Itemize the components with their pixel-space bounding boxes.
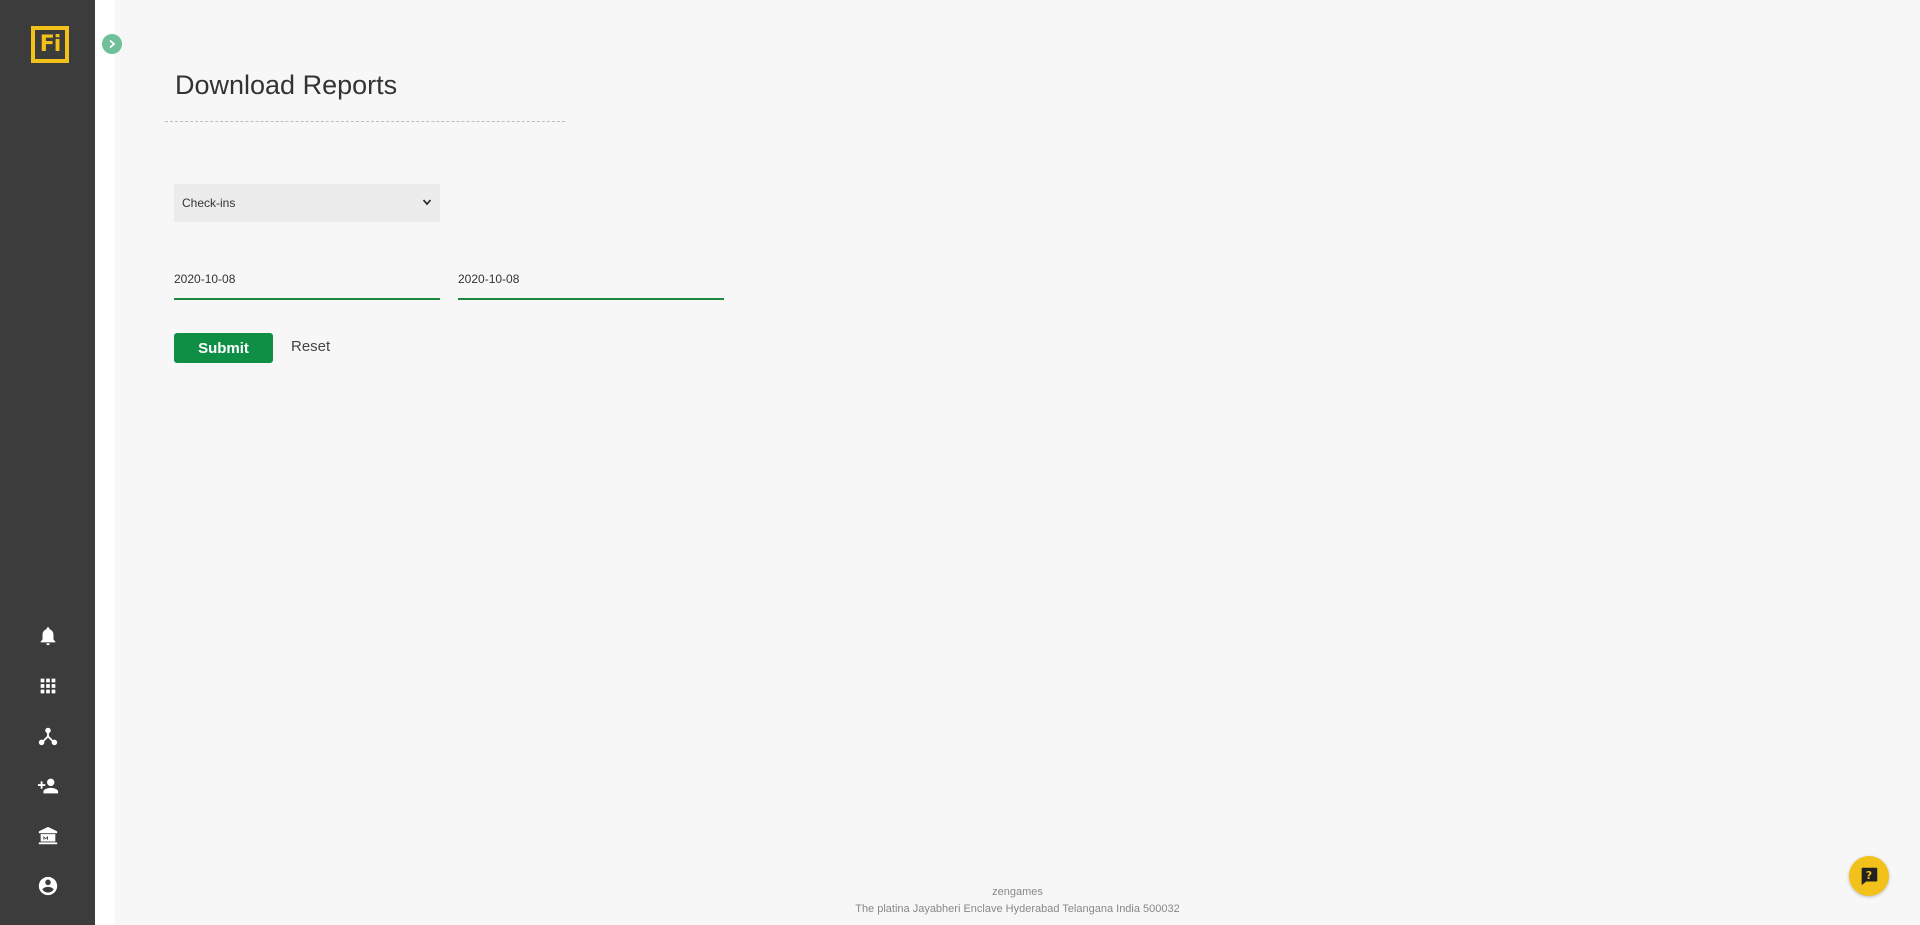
add-user-icon [37,778,58,794]
grid-apps-icon [40,678,55,694]
sidebar-item-bank[interactable] [0,811,95,861]
sidebar-item-add-user[interactable] [0,761,95,811]
svg-text:?: ? [1866,869,1872,882]
sidebar-item-notifications[interactable] [0,611,95,661]
date-to-input[interactable]: 2020-10-08 [458,268,724,300]
footer-address: The platina Jayabheri Enclave Hyderabad … [855,903,1180,915]
chevron-down-icon [422,196,432,210]
report-type-value: Check-ins [182,196,236,210]
sidebar: Fi [0,0,95,925]
sidebar-item-account[interactable] [0,861,95,911]
main-content: Download Reports Check-ins 2020-10-08 20… [115,0,1920,925]
sidebar-gutter [95,0,115,925]
app-logo[interactable]: Fi [31,26,69,63]
sidebar-item-apps[interactable] [0,661,95,711]
page-title: Download Reports [175,70,398,100]
bell-icon [40,627,55,646]
logo-text: Fi [39,31,62,57]
footer: zengames The platina Jayabheri Enclave H… [115,886,1920,915]
help-button[interactable]: ? [1849,856,1889,896]
footer-company: zengames [992,886,1043,898]
account-circle-icon [38,876,57,896]
hierarchy-icon [38,727,57,746]
title-divider [165,121,565,122]
date-from-input[interactable]: 2020-10-08 [174,268,440,300]
bank-icon [38,826,57,845]
report-type-select[interactable]: Check-ins [174,184,440,222]
sidebar-nav [0,611,95,911]
submit-button[interactable]: Submit [174,333,273,363]
sidebar-item-hierarchy[interactable] [0,711,95,761]
help-chat-icon: ? [1861,867,1878,886]
reset-button[interactable]: Reset [291,338,330,355]
